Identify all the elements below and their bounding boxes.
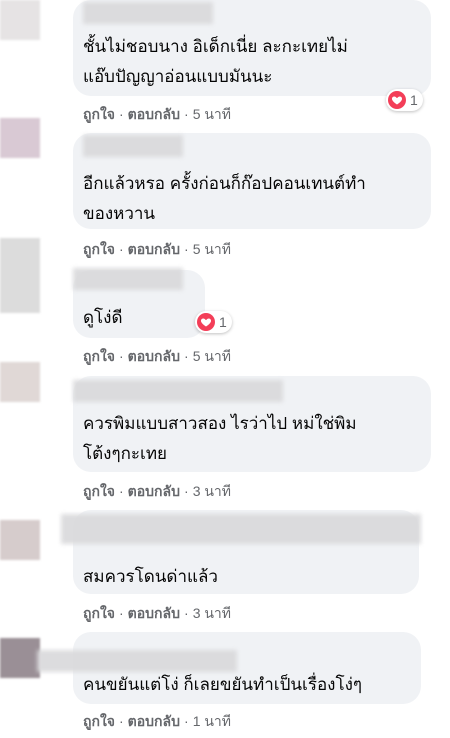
commenter-name[interactable]: [73, 380, 283, 402]
comment-actions: ถูกใจ · ตอบกลับ · 5 นาที: [83, 239, 231, 261]
like-button[interactable]: ถูกใจ: [83, 483, 115, 499]
separator: ·: [119, 106, 124, 122]
comment-actions: ถูกใจ · ตอบกลับ · 5 นาที: [83, 104, 231, 126]
timestamp[interactable]: 5 นาที: [193, 106, 231, 122]
separator: ·: [119, 241, 124, 257]
timestamp[interactable]: 5 นาที: [193, 348, 231, 364]
comment-bubble: ดูโง่ดี: [73, 268, 205, 338]
reply-button[interactable]: ตอบกลับ: [128, 106, 180, 122]
reply-button[interactable]: ตอบกลับ: [128, 713, 180, 729]
comment-text: อีกแล้วหรอ ครั้งก่อนก็ก๊อปคอนเทนต์ทำ ของ…: [83, 174, 366, 223]
comment-bubble: ควรพิมแบบสาวสอง ไรว่าไป หม่ใช่พิม โต้งๆก…: [73, 376, 431, 472]
reaction-badge[interactable]: 1: [195, 311, 232, 333]
reaction-badge[interactable]: 1: [386, 89, 423, 111]
comment-text: ชั้นไม่ชอบนาง อิเด็กเนี่ย ละกะเทยไม่ แอ๊…: [83, 37, 348, 86]
avatar[interactable]: [0, 118, 40, 158]
timestamp[interactable]: 3 นาที: [193, 605, 231, 621]
comment-text: ดูโง่ดี: [83, 308, 123, 327]
comment-bubble: สมควรโดนด่าแล้ว: [61, 510, 421, 594]
reply-button[interactable]: ตอบกลับ: [128, 241, 180, 257]
comment-actions: ถูกใจ · ตอบกลับ · 1 นาที: [83, 711, 231, 733]
separator: ·: [184, 106, 189, 122]
timestamp[interactable]: 1 นาที: [193, 713, 231, 729]
comment-bubble: ชั้นไม่ชอบนาง อิเด็กเนี่ย ละกะเทยไม่ แอ๊…: [73, 0, 431, 96]
reply-button[interactable]: ตอบกลับ: [128, 348, 180, 364]
like-button[interactable]: ถูกใจ: [83, 106, 115, 122]
separator: ·: [119, 483, 124, 499]
comment-text: สมควรโดนด่าแล้ว: [83, 567, 218, 586]
comment-bubble: อีกแล้วหรอ ครั้งก่อนก็ก๊อปคอนเทนต์ทำ ของ…: [73, 133, 431, 229]
commenter-name[interactable]: [83, 135, 183, 157]
comment-actions: ถูกใจ · ตอบกลับ · 5 นาที: [83, 346, 231, 368]
timestamp[interactable]: 5 นาที: [193, 241, 231, 257]
separator: ·: [184, 348, 189, 364]
commenter-name[interactable]: [37, 650, 237, 672]
reply-button[interactable]: ตอบกลับ: [128, 605, 180, 621]
timestamp[interactable]: 3 นาที: [193, 483, 231, 499]
comment-text: ควรพิมแบบสาวสอง ไรว่าไป หม่ใช่พิม โต้งๆก…: [83, 414, 357, 463]
separator: ·: [119, 605, 124, 621]
separator: ·: [119, 348, 124, 364]
avatar[interactable]: [0, 520, 40, 560]
commenter-name[interactable]: [61, 514, 421, 544]
separator: ·: [184, 713, 189, 729]
heart-icon: [388, 91, 406, 109]
avatar[interactable]: [0, 638, 40, 678]
comment-text: คนขยันแต่โง่ ก็เลยขยันทำเป็นเรื่องโง่ๆ: [83, 675, 363, 694]
reaction-count: 1: [410, 92, 418, 108]
comment-actions: ถูกใจ · ตอบกลับ · 3 นาที: [83, 481, 231, 503]
comment-bubble: คนขยันแต่โง่ ก็เลยขยันทำเป็นเรื่องโง่ๆ: [37, 632, 421, 704]
avatar[interactable]: [0, 238, 40, 313]
comment-actions: ถูกใจ · ตอบกลับ · 3 นาที: [83, 603, 231, 625]
commenter-name[interactable]: [83, 2, 213, 24]
commenter-name[interactable]: [73, 268, 183, 290]
heart-icon: [197, 313, 215, 331]
like-button[interactable]: ถูกใจ: [83, 713, 115, 729]
separator: ·: [184, 483, 189, 499]
like-button[interactable]: ถูกใจ: [83, 348, 115, 364]
reaction-count: 1: [219, 314, 227, 330]
like-button[interactable]: ถูกใจ: [83, 241, 115, 257]
separator: ·: [184, 605, 189, 621]
separator: ·: [119, 713, 124, 729]
like-button[interactable]: ถูกใจ: [83, 605, 115, 621]
reply-button[interactable]: ตอบกลับ: [128, 483, 180, 499]
avatar[interactable]: [0, 362, 40, 402]
avatar[interactable]: [0, 0, 40, 40]
separator: ·: [184, 241, 189, 257]
